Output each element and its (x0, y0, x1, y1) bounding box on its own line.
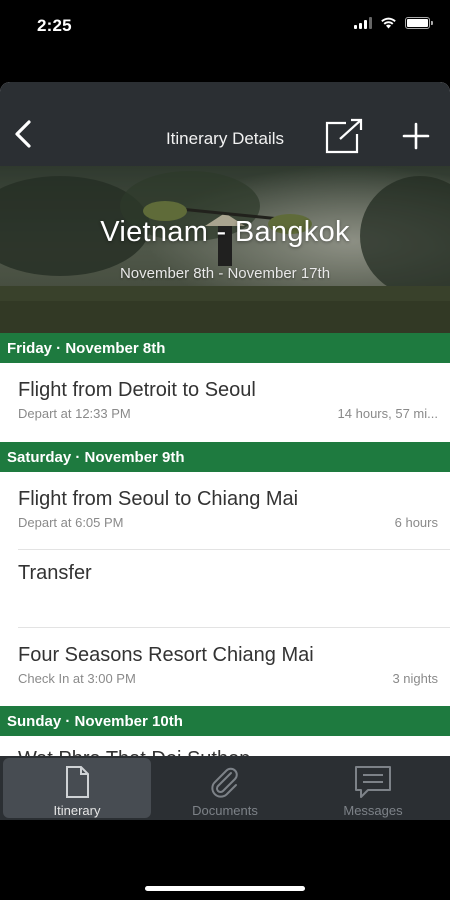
status-icons (354, 17, 433, 29)
day-header-friday: Friday · November 8th (0, 333, 450, 363)
item-subtitle: Depart at 6:05 PM (18, 515, 124, 530)
item-duration: 6 hours (394, 515, 438, 530)
item-subtitle: Depart at 12:33 PM (18, 406, 131, 421)
itinerary-item-flight-detroit-seoul[interactable]: Flight from Detroit to Seoul Depart at 1… (0, 363, 450, 442)
day-header-saturday: Saturday · November 9th (0, 442, 450, 472)
item-duration: 14 hours, 57 mi... (337, 406, 438, 421)
cellular-signal-icon (354, 17, 372, 29)
tab-label: Documents (192, 803, 258, 818)
page-title: Itinerary Details (165, 129, 285, 148)
battery-icon (405, 17, 433, 29)
itinerary-item-flight-seoul-chiangmai[interactable]: Flight from Seoul to Chiang Mai Depart a… (0, 472, 450, 550)
paperclip-icon (211, 767, 238, 798)
app-screen: Itinerary Details Vietnam - Bangkok Nove… (0, 82, 450, 820)
item-title: Flight from Detroit to Seoul (18, 379, 256, 401)
share-external-icon[interactable] (324, 118, 364, 154)
item-subtitle: Check In at 3:00 PM (18, 671, 136, 686)
status-time: 2:25 (37, 16, 72, 35)
tab-documents[interactable]: Documents (151, 758, 299, 818)
trip-cover-image (0, 166, 450, 333)
item-title: Flight from Seoul to Chiang Mai (18, 488, 299, 510)
tab-bar: Itinerary Documents Messages (0, 756, 450, 820)
itinerary-item-four-seasons[interactable]: Four Seasons Resort Chiang Mai Check In … (0, 628, 450, 706)
tab-label: Itinerary (53, 803, 101, 818)
status-bar: 2:25 (0, 0, 450, 52)
tab-label: Messages (343, 803, 403, 818)
plus-icon[interactable] (402, 122, 430, 150)
itinerary-item-transfer[interactable]: Transfer (0, 550, 450, 628)
item-title: Transfer (18, 562, 92, 584)
home-indicator[interactable] (145, 886, 305, 891)
wifi-icon (381, 17, 396, 29)
chat-bubble-icon (355, 766, 391, 798)
tab-messages[interactable]: Messages (299, 758, 447, 818)
item-nights: 3 nights (392, 671, 438, 686)
navigation-bar: Itinerary Details (0, 82, 450, 166)
trip-title: Vietnam - Bangkok (100, 216, 350, 248)
day-header-sunday: Sunday · November 10th (0, 706, 450, 736)
tab-itinerary[interactable]: Itinerary (3, 758, 151, 818)
trip-hero-banner: Vietnam - Bangkok November 8th - Novembe… (0, 166, 450, 333)
trip-dates: November 8th - November 17th (119, 265, 331, 282)
item-title: Four Seasons Resort Chiang Mai (18, 644, 314, 666)
document-icon (66, 766, 89, 798)
home-area (0, 820, 450, 900)
